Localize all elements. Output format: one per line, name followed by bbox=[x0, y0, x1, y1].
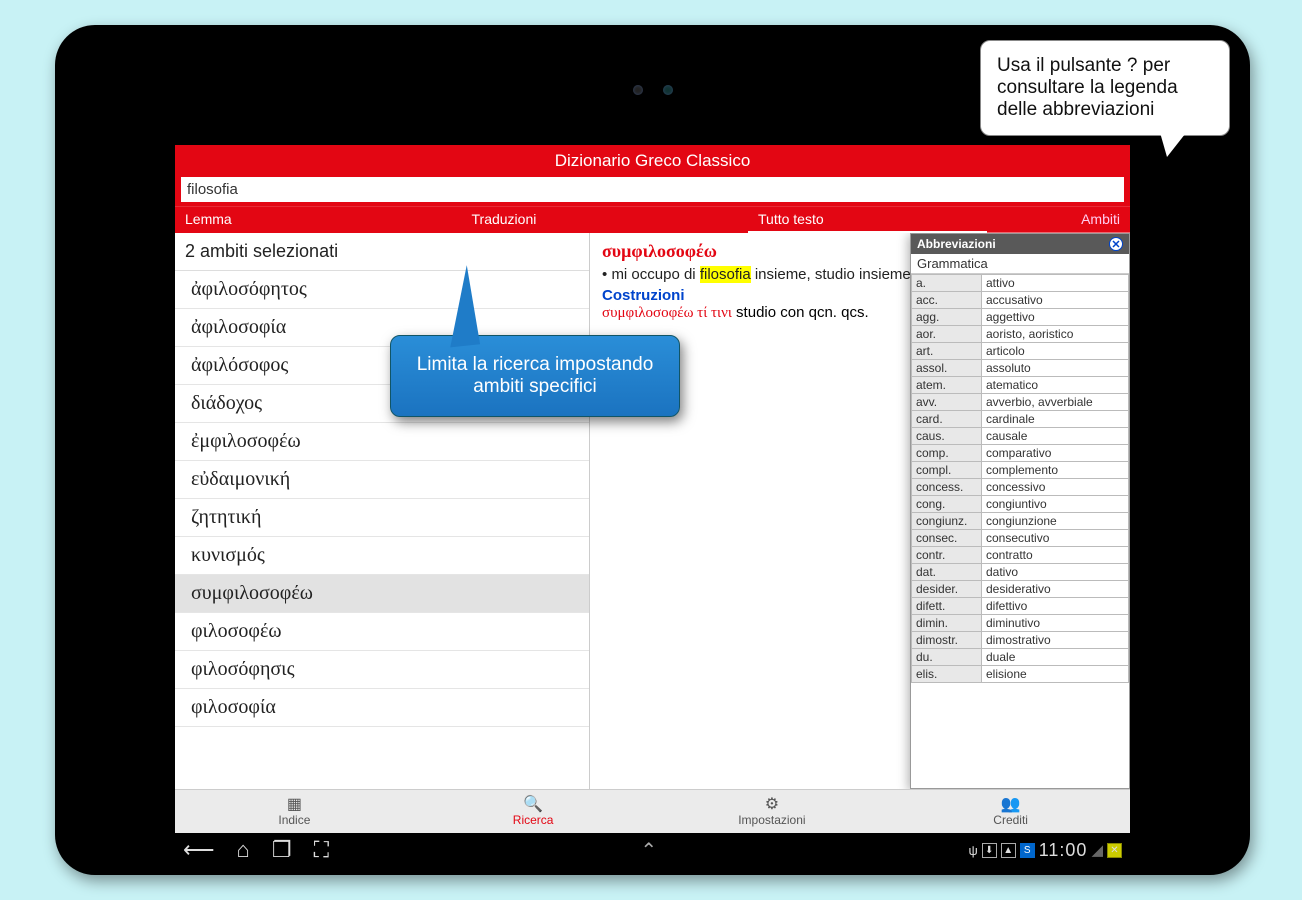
table-row: dat.dativo bbox=[912, 564, 1129, 581]
tablet-frame: Usa il pulsante ? per consultare la lege… bbox=[55, 25, 1250, 875]
table-row: desider.desiderativo bbox=[912, 581, 1129, 598]
table-row: a.attivo bbox=[912, 275, 1129, 292]
table-row: card.cardinale bbox=[912, 411, 1129, 428]
list-icon: ▦ bbox=[287, 797, 302, 813]
list-item[interactable]: κυνισμός bbox=[175, 537, 589, 575]
table-row: contr.contratto bbox=[912, 547, 1129, 564]
bottom-toolbar: ▦Indice 🔍Ricerca ⚙Impostazioni 👥Crediti bbox=[175, 789, 1130, 833]
abbreviations-panel: Abbreviazioni ✕ Grammatica a.attivoacc.a… bbox=[910, 233, 1130, 789]
close-icon[interactable]: ✕ bbox=[1109, 237, 1123, 251]
signal-icon: ◢ bbox=[1091, 841, 1103, 859]
table-row: concess.concessivo bbox=[912, 479, 1129, 496]
screenshot-icon[interactable]: ⛶ bbox=[314, 837, 329, 863]
home-icon[interactable]: ⌂ bbox=[237, 837, 250, 863]
table-row: dimin.diminutivo bbox=[912, 615, 1129, 632]
list-item[interactable]: ἀφιλοσόφητος bbox=[175, 271, 589, 309]
table-row: consec.consecutivo bbox=[912, 530, 1129, 547]
image-icon: ▲ bbox=[1001, 843, 1016, 858]
table-row: acc.accusativo bbox=[912, 292, 1129, 309]
tab-ambiti[interactable]: Ambiti bbox=[987, 207, 1130, 233]
nav-crediti[interactable]: 👥Crediti bbox=[891, 790, 1130, 833]
main-area: 2 ambiti selezionati ἀφιλοσόφητοςἀφιλοσο… bbox=[175, 233, 1130, 789]
usb-icon: ψ bbox=[968, 843, 977, 858]
list-item[interactable]: εὐδαιμονική bbox=[175, 461, 589, 499]
tab-lemma[interactable]: Lemma bbox=[175, 207, 462, 233]
expand-icon[interactable]: ⌃ bbox=[640, 838, 657, 863]
table-row: congiunz.congiunzione bbox=[912, 513, 1129, 530]
download-icon: ⬇ bbox=[982, 843, 997, 858]
list-item[interactable]: φιλοσοφέω bbox=[175, 613, 589, 651]
table-row: cong.congiuntivo bbox=[912, 496, 1129, 513]
callout-ambiti-tip: Limita la ricerca impostando ambiti spec… bbox=[390, 335, 680, 417]
entry-detail: συμφιλοσοφέω • mi occupo di filosofia in… bbox=[590, 233, 1130, 789]
clock: 11:00 bbox=[1039, 840, 1088, 861]
table-row: elis.elisione bbox=[912, 666, 1129, 683]
table-row: du.duale bbox=[912, 649, 1129, 666]
battery-icon: ✕ bbox=[1107, 843, 1122, 858]
system-bar: ⟵ ⌂ ❐ ⛶ ⌃ ψ ⬇ ▲ S 11:00 ◢ ✕ bbox=[175, 835, 1130, 865]
table-row: art.articolo bbox=[912, 343, 1129, 360]
table-row: aor.aoristo, aoristico bbox=[912, 326, 1129, 343]
table-row: assol.assoluto bbox=[912, 360, 1129, 377]
callout-help-legend: Usa il pulsante ? per consultare la lege… bbox=[980, 40, 1230, 136]
table-row: caus.causale bbox=[912, 428, 1129, 445]
table-row: compl.complemento bbox=[912, 462, 1129, 479]
recent-icon[interactable]: ❐ bbox=[272, 837, 292, 863]
nav-ricerca[interactable]: 🔍Ricerca bbox=[414, 790, 653, 833]
nav-indice[interactable]: ▦Indice bbox=[175, 790, 414, 833]
gear-icon: ⚙ bbox=[765, 797, 779, 813]
ambiti-count: 2 ambiti selezionati bbox=[175, 233, 589, 271]
list-item[interactable]: ζητητική bbox=[175, 499, 589, 537]
table-row: dimostr.dimostrativo bbox=[912, 632, 1129, 649]
table-row: atem.atematico bbox=[912, 377, 1129, 394]
table-row: agg.aggettivo bbox=[912, 309, 1129, 326]
tab-traduzioni[interactable]: Traduzioni bbox=[462, 207, 749, 233]
lemma-list[interactable]: 2 ambiti selezionati ἀφιλοσόφητοςἀφιλοσο… bbox=[175, 233, 590, 789]
people-icon: 👥 bbox=[1001, 797, 1021, 813]
tab-tutto-testo[interactable]: Tutto testo bbox=[748, 207, 987, 233]
list-item[interactable]: ἐμφιλοσοφέω bbox=[175, 423, 589, 461]
abbrev-panel-title: Abbreviazioni ✕ bbox=[911, 234, 1129, 254]
search-input[interactable] bbox=[181, 177, 1124, 202]
list-item[interactable]: συμφιλοσοφέω bbox=[175, 575, 589, 613]
search-row bbox=[175, 177, 1130, 206]
list-item[interactable]: φιλοσόφησις bbox=[175, 651, 589, 689]
table-row: difett.difettivo bbox=[912, 598, 1129, 615]
camera-dots bbox=[633, 85, 673, 95]
list-item[interactable]: φιλοσοφία bbox=[175, 689, 589, 727]
table-row: avv.avverbio, avverbiale bbox=[912, 394, 1129, 411]
table-row: comp.comparativo bbox=[912, 445, 1129, 462]
back-icon[interactable]: ⟵ bbox=[183, 837, 215, 863]
search-highlight: filosofia bbox=[700, 266, 751, 283]
abbrev-section: Grammatica bbox=[911, 254, 1129, 274]
search-icon: 🔍 bbox=[523, 797, 543, 813]
app-screen: Dizionario Greco Classico Lemma Traduzio… bbox=[175, 145, 1130, 833]
abbrev-table: a.attivoacc.accusativoagg.aggettivoaor.a… bbox=[911, 274, 1129, 683]
app-title: Dizionario Greco Classico bbox=[175, 145, 1130, 177]
nav-impostazioni[interactable]: ⚙Impostazioni bbox=[653, 790, 892, 833]
filter-tabs: Lemma Traduzioni Tutto testo Ambiti bbox=[175, 206, 1130, 233]
skype-icon: S bbox=[1020, 843, 1035, 858]
